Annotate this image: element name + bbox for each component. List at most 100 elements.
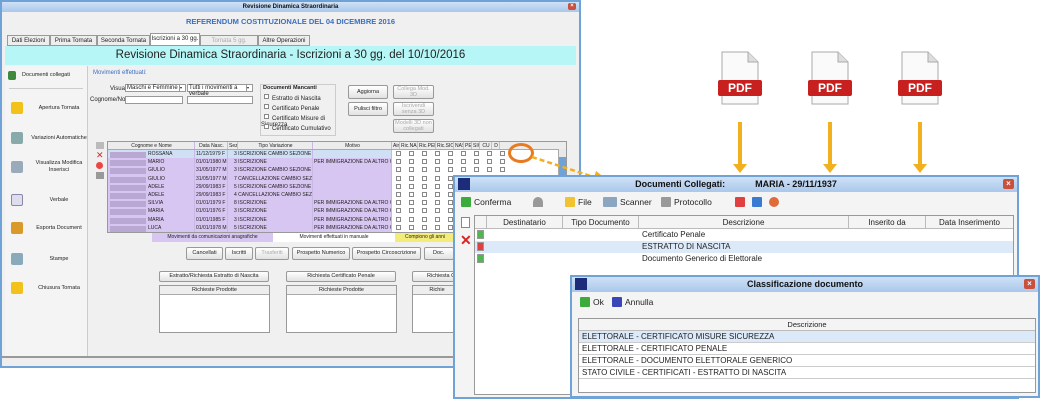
sidebar-item-documenti[interactable]: Documenti collegati — [8, 71, 86, 80]
row-checkbox[interactable] — [422, 216, 427, 222]
tab-dati-elezioni[interactable]: Dati Elezioni — [7, 35, 50, 46]
close-button[interactable]: × — [1024, 279, 1035, 289]
row-checkbox[interactable] — [409, 175, 414, 181]
sidebar-item-visualizza[interactable]: Visualizza Modifica Inserisci — [11, 160, 89, 174]
row-checkbox[interactable] — [396, 183, 401, 189]
checkbox-cumulativo[interactable]: Certificato Cumulativo — [261, 123, 335, 133]
row-checkbox[interactable] — [461, 151, 466, 156]
protocollo-button[interactable]: Protocollo — [661, 197, 712, 207]
cancel-icon[interactable] — [96, 162, 103, 169]
classification-row[interactable]: ELETTORALE - CERTIFICATO PENALE — [579, 343, 1035, 355]
col-destinatario[interactable]: Destinatario — [487, 216, 563, 228]
iscrivendi-button[interactable]: Iscrivendi senza 3D — [393, 102, 434, 116]
sidebar-item-esporta[interactable]: Esporta Document — [11, 222, 89, 234]
stamp-button[interactable] — [769, 197, 782, 207]
confirm-button[interactable]: Conferma — [461, 197, 511, 207]
grid-column-header[interactable]: D — [492, 142, 500, 149]
table-row[interactable]: ROSSANA 11/12/1979 F3 ISCRIZIONE CAMBIO S… — [108, 150, 566, 159]
pdf-tool-button[interactable] — [735, 197, 748, 207]
row-checkbox[interactable] — [422, 175, 427, 181]
row-checkbox[interactable] — [448, 167, 453, 173]
table-row[interactable]: MARIO 01/01/1980 M3 ISCRIZIONE PER IMMIGRA… — [108, 158, 566, 167]
document-row[interactable]: ESTRATTO DI NASCITA — [475, 241, 1013, 253]
grid-column-header[interactable]: NAS — [454, 142, 464, 149]
row-checkbox[interactable] — [396, 175, 401, 181]
trasferiti-button[interactable]: Trasferiti — [255, 247, 289, 260]
movimenti-select[interactable]: Tutti i movimenti a verbale ▾ — [187, 84, 253, 97]
modelli-button[interactable]: Modelli 3D non collegati — [393, 119, 434, 133]
row-checkbox[interactable] — [474, 151, 479, 156]
delete-icon[interactable]: ✕ — [460, 232, 472, 249]
estratto-request-button[interactable]: Estratto/Richiesta Estratto di Nascita — [159, 271, 269, 282]
row-checkbox[interactable] — [396, 167, 401, 173]
row-checkbox[interactable] — [396, 208, 401, 214]
checkbox-sicurezza[interactable]: Certificato Misure di Sicurezza — [261, 113, 335, 128]
new-icon[interactable] — [96, 142, 104, 149]
row-checkbox[interactable] — [435, 191, 440, 197]
aggiorna-button[interactable]: Aggiorna — [348, 85, 388, 99]
sidebar-item-apertura[interactable]: Apertura Tornata — [11, 102, 89, 114]
row-checkbox[interactable] — [422, 208, 427, 214]
save-icon[interactable] — [96, 172, 104, 179]
row-checkbox[interactable] — [409, 191, 414, 197]
grid-column-header[interactable]: Tipo Variazione — [238, 142, 313, 149]
row-checkbox[interactable] — [448, 151, 453, 156]
delete-icon[interactable]: ✕ — [96, 151, 104, 160]
row-checkbox[interactable] — [422, 224, 427, 230]
grid-column-header[interactable]: Cognome e Nome — [108, 142, 195, 149]
close-button[interactable]: × — [1003, 179, 1014, 189]
grid-column-header[interactable]: Ric.SIC — [436, 142, 454, 149]
grid-column-header[interactable]: SIC — [472, 142, 480, 149]
row-checkbox[interactable] — [435, 200, 440, 206]
tab-iscrizioni-30[interactable]: Iscrizioni a 30 gg. — [150, 33, 200, 46]
pulisci-filtro-button[interactable]: Pulisci filtro — [348, 102, 388, 116]
row-checkbox[interactable] — [500, 151, 505, 156]
tab-prima-tornata[interactable]: Prima Tornata — [50, 35, 97, 46]
row-checkbox[interactable] — [487, 159, 492, 165]
row-checkbox[interactable] — [435, 167, 440, 173]
row-checkbox[interactable] — [422, 167, 427, 173]
row-checkbox[interactable] — [500, 159, 505, 165]
classification-row[interactable]: STATO CIVILE - CERTIFICATI - ESTRATTO DI… — [579, 367, 1035, 379]
row-checkbox[interactable] — [500, 167, 505, 173]
row-checkbox[interactable] — [396, 159, 401, 165]
col-descrizione[interactable]: Descrizione — [639, 216, 849, 228]
row-checkbox[interactable] — [396, 151, 401, 156]
surname-input[interactable] — [125, 96, 183, 104]
row-checkbox[interactable] — [448, 159, 453, 165]
grid-column-header[interactable]: Sez. — [228, 142, 238, 149]
grid-column-header[interactable]: Ric.NAS — [400, 142, 418, 149]
file-button[interactable]: File — [565, 197, 592, 207]
sidebar-item-verbale[interactable]: Verbale — [11, 194, 89, 206]
sidebar-item-variazioni[interactable]: Variazioni Automatiche — [11, 132, 89, 144]
row-checkbox[interactable] — [435, 175, 440, 181]
sidebar-item-stampe[interactable]: Stampe — [11, 253, 89, 265]
col-tipo-documento[interactable]: Tipo Documento — [563, 216, 639, 228]
grid-column-header[interactable]: Data Nasc. — [195, 142, 228, 149]
row-checkbox[interactable] — [409, 183, 414, 189]
classification-row[interactable]: ELETTORALE - CERTIFICATO MISURE SICUREZZ… — [579, 331, 1035, 343]
row-checkbox[interactable] — [396, 191, 401, 197]
row-checkbox[interactable] — [409, 208, 414, 214]
tab-altre-operazioni[interactable]: Altre Operazioni — [258, 35, 310, 46]
collega-button[interactable]: Collega Mod. 3D — [393, 85, 434, 99]
grid-column-header[interactable]: Motivo — [313, 142, 392, 149]
checkbox-estratto[interactable]: Estratto di Nascita — [261, 93, 335, 103]
row-checkbox[interactable] — [435, 208, 440, 214]
preview-button[interactable] — [752, 197, 765, 207]
doc-button[interactable]: Doc. — [424, 247, 454, 260]
grid-column-header[interactable]: Aire — [392, 142, 400, 149]
row-checkbox[interactable] — [422, 159, 427, 165]
classification-row[interactable]: ELETTORALE - DOCUMENTO ELETTORALE GENERI… — [579, 355, 1035, 367]
tab-seconda-tornata[interactable]: Seconda Tornata — [97, 35, 150, 46]
row-checkbox[interactable] — [396, 216, 401, 222]
row-checkbox[interactable] — [422, 200, 427, 206]
row-checkbox[interactable] — [422, 151, 427, 156]
row-checkbox[interactable] — [409, 224, 414, 230]
row-checkbox[interactable] — [396, 200, 401, 206]
tab-tornata-5[interactable]: Tornata 5 gg. — [200, 35, 258, 46]
row-checkbox[interactable] — [487, 167, 492, 173]
row-checkbox[interactable] — [409, 216, 414, 222]
iscritti-button[interactable]: Iscritti — [225, 247, 253, 260]
row-checkbox[interactable] — [409, 200, 414, 206]
